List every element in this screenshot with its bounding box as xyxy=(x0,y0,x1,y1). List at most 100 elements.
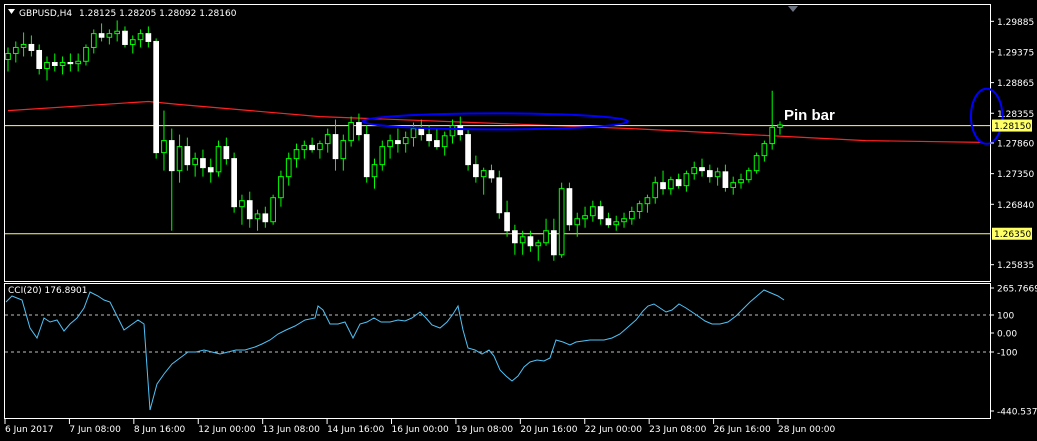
bull-candle xyxy=(106,33,113,38)
bull-candle xyxy=(379,146,386,166)
bull-candle xyxy=(574,218,581,226)
bear-candle xyxy=(145,33,152,42)
bull-candle xyxy=(293,149,300,160)
time-axis-label: 6 Jun 2017 xyxy=(5,425,53,435)
ohlc-readout: 1.28125 1.28205 1.28092 1.28160 xyxy=(79,9,237,19)
bear-candle xyxy=(223,146,230,160)
bull-candle xyxy=(90,33,97,48)
time-axis-label: 20 Jun 16:00 xyxy=(520,425,577,435)
bull-candle xyxy=(114,30,121,35)
bear-candle xyxy=(153,40,160,154)
bear-candle xyxy=(363,134,370,178)
bull-candle xyxy=(535,242,542,247)
bear-candle xyxy=(67,61,74,65)
pin-bar-annotation: Pin bar xyxy=(784,107,835,124)
bull-candle xyxy=(667,179,674,190)
cci-axis-label: -440.5372 xyxy=(997,408,1037,418)
bear-candle xyxy=(207,167,214,173)
bull-candle xyxy=(410,128,417,139)
bull-candle xyxy=(348,122,354,142)
bear-candle xyxy=(36,49,43,69)
bear-candle xyxy=(356,122,362,136)
bull-candle xyxy=(12,46,19,54)
bear-candle xyxy=(473,164,479,178)
bear-candle xyxy=(200,158,206,169)
bear-candle xyxy=(527,236,534,247)
price-axis-label: 1.25835 xyxy=(997,261,1034,271)
symbol-menu-icon[interactable] xyxy=(8,9,15,14)
cci-line xyxy=(5,289,785,411)
bear-candle xyxy=(98,33,105,38)
level-price-label-1: 1.26350 xyxy=(994,230,1031,240)
price-axis-label: 1.27350 xyxy=(997,170,1034,180)
cci-axis-label: 265.7669 xyxy=(997,285,1037,295)
price-axis: 1.28150 1.26350 1.29885 1.29375 1.28865 1.283… xyxy=(990,18,1034,271)
bull-candle xyxy=(285,158,292,178)
bull-candle xyxy=(628,211,635,220)
cci-panel-frame xyxy=(4,283,991,419)
bear-candle xyxy=(231,158,237,208)
bull-candle xyxy=(176,146,183,172)
bull-candle xyxy=(324,134,331,145)
candles xyxy=(5,20,783,261)
bull-candle xyxy=(449,125,456,137)
bull-candle xyxy=(636,203,643,213)
bull-candle xyxy=(239,200,245,208)
time-axis-label: 13 Jun 08:00 xyxy=(263,425,320,435)
bull-candle xyxy=(270,197,276,223)
bear-candle xyxy=(418,128,425,136)
time-axis-label: 23 Jun 08:00 xyxy=(649,425,706,435)
bull-candle xyxy=(730,182,737,188)
bull-candle xyxy=(301,144,308,151)
bear-candle xyxy=(660,182,666,190)
price-axis-label: 1.29375 xyxy=(997,48,1034,58)
bull-candle xyxy=(753,155,760,172)
price-axis-label: 1.28865 xyxy=(997,79,1034,89)
bull-candle xyxy=(652,182,659,199)
bear-candle xyxy=(184,146,191,166)
bull-candle xyxy=(745,170,752,181)
highlight-ellipse-0 xyxy=(361,112,630,131)
bear-candle xyxy=(51,61,58,66)
bull-candle xyxy=(161,140,167,154)
bull-candle xyxy=(644,197,651,205)
bear-candle xyxy=(434,140,440,148)
level-price-label-0: 1.28150 xyxy=(994,122,1031,132)
bear-candle xyxy=(512,230,518,244)
price-axis-label: 1.27860 xyxy=(997,140,1034,150)
bear-candle xyxy=(706,170,713,178)
shift-marker-icon[interactable] xyxy=(788,6,798,12)
time-axis-label: 26 Jun 16:00 xyxy=(714,425,771,435)
bear-candle xyxy=(504,212,510,232)
bear-candle xyxy=(605,218,612,226)
bear-candle xyxy=(675,179,682,187)
bull-candle xyxy=(691,167,698,175)
bull-candle xyxy=(59,61,66,66)
bull-candle xyxy=(137,33,144,41)
bull-candle xyxy=(278,176,284,199)
bull-candle xyxy=(129,39,136,45)
time-axis-label: 7 Jun 08:00 xyxy=(69,425,121,435)
bull-candle xyxy=(5,52,11,60)
bear-candle xyxy=(566,188,573,226)
cci-axis-label: 0.00 xyxy=(997,330,1017,340)
price-axis-label: 1.28355 xyxy=(997,110,1034,120)
bull-candle xyxy=(769,126,776,145)
bull-candle xyxy=(20,43,27,48)
bear-candle xyxy=(122,30,128,45)
bull-candle xyxy=(83,46,89,62)
bear-candle xyxy=(262,213,269,223)
bear-candle xyxy=(722,171,729,188)
bear-candle xyxy=(465,134,471,166)
bull-candle xyxy=(558,188,565,256)
bull-candle xyxy=(480,170,487,178)
bull-candle xyxy=(683,173,690,187)
bear-candle xyxy=(168,140,175,172)
time-axis-label: 12 Jun 00:00 xyxy=(198,425,255,435)
chart-area[interactable]: 1.28150 1.26350 1.29885 1.29375 1.28865 1.283… xyxy=(0,0,1037,441)
bear-candle xyxy=(488,170,495,179)
bull-candle xyxy=(519,236,526,244)
bull-candle xyxy=(75,60,82,65)
bull-candle xyxy=(613,221,620,226)
bull-candle xyxy=(441,135,448,148)
